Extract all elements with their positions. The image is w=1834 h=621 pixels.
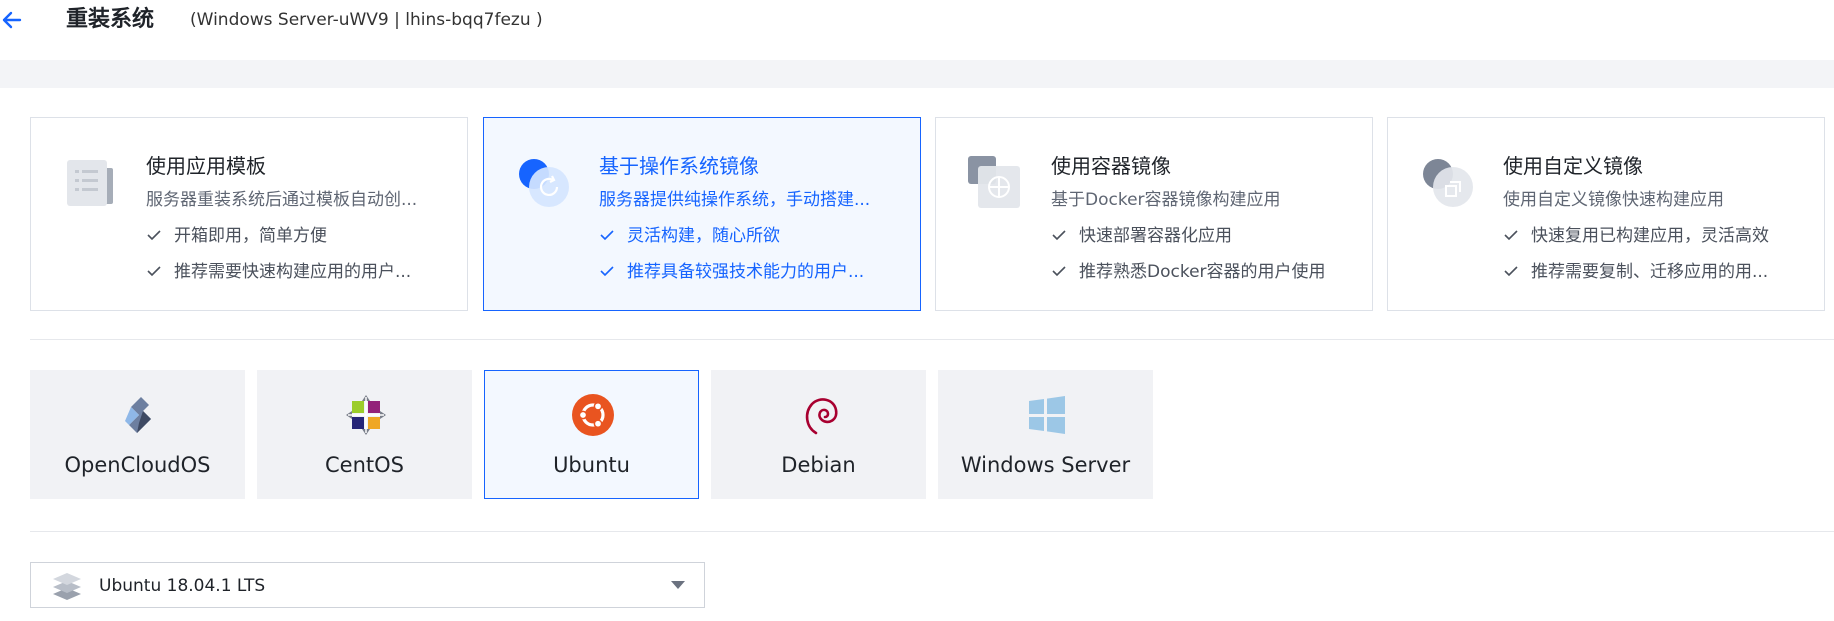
section-divider: [30, 531, 1834, 532]
os-option-ubuntu[interactable]: Ubuntu: [484, 370, 699, 499]
card-feature-text: 快速部署容器化应用: [1079, 226, 1232, 246]
os-name: Debian: [781, 453, 856, 477]
card-feature: 快速复用已构建应用，灵活高效: [1503, 224, 1769, 248]
check-icon: [1052, 230, 1066, 241]
caret-down-icon: [671, 581, 685, 589]
os-version-select[interactable]: Ubuntu 18.04.1 LTS: [30, 562, 705, 608]
check-icon: [1052, 266, 1066, 277]
debian-logo-icon: [805, 398, 838, 435]
os-name: Windows Server: [960, 453, 1131, 477]
card-feature: 推荐熟悉Docker容器的用户使用: [1051, 260, 1326, 284]
card-title: 基于操作系统镜像: [599, 154, 759, 178]
os-option-opencloudos[interactable]: OpenCloudOS: [30, 370, 245, 499]
card-feature: 推荐需要复制、迁移应用的用...: [1503, 260, 1768, 284]
instance-subtitle: (Windows Server-uWV9 | lhins-bqq7fezu ): [190, 10, 543, 30]
os-name: Ubuntu: [553, 453, 630, 477]
reinstall-system-page: 重装系统 (Windows Server-uWV9 | lhins-bqq7fe…: [0, 0, 1834, 621]
card-feature: 推荐具备较强技术能力的用户...: [599, 260, 864, 284]
card-feature: 灵活构建，随心所欲: [599, 224, 780, 248]
card-feature-text: 推荐具备较强技术能力的用户...: [627, 262, 865, 282]
check-icon: [600, 266, 614, 277]
deploy-type-card-app-template[interactable]: 使用应用模板 服务器重装系统后通过模板自动创... 开箱即用，简单方便 推荐需要…: [30, 117, 468, 311]
card-feature-text: 推荐需要快速构建应用的用户...: [174, 262, 412, 282]
arrow-left-icon[interactable]: [0, 6, 28, 34]
card-title: 使用容器镜像: [1051, 154, 1171, 178]
card-title: 使用应用模板: [146, 154, 266, 178]
card-title: 使用自定义镜像: [1503, 154, 1643, 178]
centos-logo-icon: [346, 395, 386, 435]
ubuntu-logo-icon: [572, 394, 614, 436]
section-divider: [30, 339, 1834, 340]
check-icon: [1504, 266, 1518, 277]
card-feature: 快速部署容器化应用: [1051, 224, 1232, 248]
container-image-icon: [968, 156, 1020, 208]
deploy-type-card-custom-image[interactable]: 使用自定义镜像 使用自定义镜像快速构建应用 快速复用已构建应用，灵活高效 推荐需…: [1387, 117, 1825, 311]
selected-version: Ubuntu 18.04.1 LTS: [99, 576, 266, 596]
os-image-icon: [519, 159, 569, 207]
card-description: 基于Docker容器镜像构建应用: [1051, 190, 1281, 210]
deploy-type-card-os-image[interactable]: 基于操作系统镜像 服务器提供纯操作系统，手动搭建... 灵活构建，随心所欲 推荐…: [483, 117, 921, 311]
card-description: 服务器重装系统后通过模板自动创...: [146, 190, 418, 210]
card-feature-text: 灵活构建，随心所欲: [627, 226, 780, 246]
check-icon: [147, 266, 161, 277]
card-feature-text: 快速复用已构建应用，灵活高效: [1531, 226, 1769, 246]
page-header: 重装系统 (Windows Server-uWV9 | lhins-bqq7fe…: [0, 0, 1834, 60]
os-option-windows-server[interactable]: Windows Server: [938, 370, 1153, 499]
card-feature-text: 推荐需要复制、迁移应用的用...: [1531, 262, 1769, 282]
card-feature: 推荐需要快速构建应用的用户...: [146, 260, 411, 284]
os-option-centos[interactable]: CentOS: [257, 370, 472, 499]
card-feature-text: 开箱即用，简单方便: [174, 226, 327, 246]
os-name: OpenCloudOS: [64, 453, 211, 477]
card-feature-text: 推荐熟悉Docker容器的用户使用: [1079, 262, 1326, 282]
page-title: 重装系统: [66, 7, 155, 32]
opencloudos-logo-icon: [125, 397, 151, 433]
deploy-type-card-container-image[interactable]: 使用容器镜像 基于Docker容器镜像构建应用 快速部署容器化应用 推荐熟悉Do…: [935, 117, 1373, 311]
main-content: 使用应用模板 服务器重装系统后通过模板自动创... 开箱即用，简单方便 推荐需要…: [0, 88, 1834, 621]
os-option-debian[interactable]: Debian: [711, 370, 926, 499]
check-icon: [600, 230, 614, 241]
app-template-icon: [67, 160, 113, 206]
header-divider-band: [0, 60, 1834, 88]
os-name: CentOS: [325, 453, 404, 477]
card-feature: 开箱即用，简单方便: [146, 224, 327, 248]
check-icon: [147, 230, 161, 241]
custom-image-icon: [1423, 159, 1473, 207]
check-icon: [1504, 230, 1518, 241]
windows-logo-icon: [1029, 396, 1065, 434]
card-description: 服务器提供纯操作系统，手动搭建...: [599, 190, 871, 210]
layers-icon: [53, 573, 81, 600]
card-description: 使用自定义镜像快速构建应用: [1503, 190, 1724, 210]
